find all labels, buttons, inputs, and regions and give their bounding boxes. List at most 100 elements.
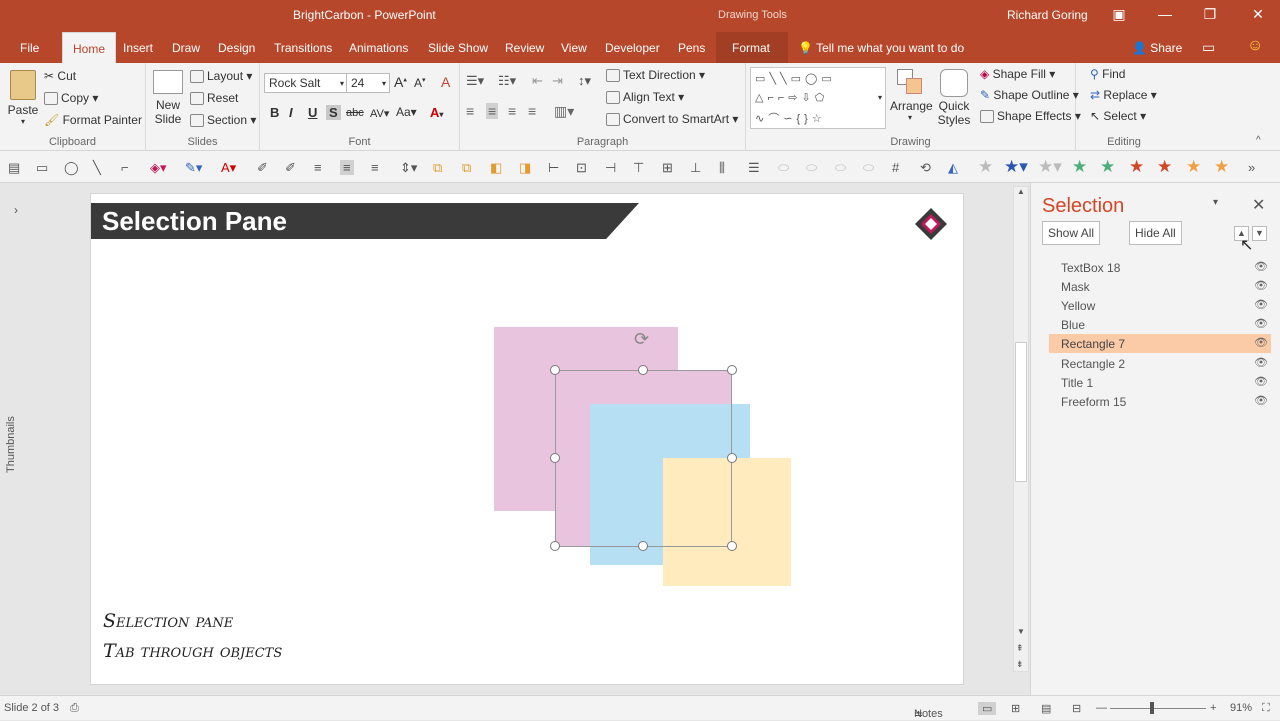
selection-item[interactable]: Mask 👁 <box>1049 277 1271 296</box>
star-gray-icon[interactable]: ★▾ <box>1038 157 1062 177</box>
star-orange-2-icon[interactable]: ★ <box>1214 157 1229 177</box>
scroll-up-icon[interactable]: ▲ <box>1017 187 1025 196</box>
close-window-icon[interactable]: ✕ <box>1248 6 1268 23</box>
bold-icon[interactable]: B <box>270 105 279 120</box>
selection-item[interactable]: Yellow 👁 <box>1049 296 1271 315</box>
note-line-2[interactable]: Tab through objects <box>103 640 282 662</box>
tab-file[interactable]: File <box>20 41 39 55</box>
distribute-icon[interactable]: ⊣ <box>605 160 616 176</box>
arrange-button[interactable]: Arrange ▾ <box>890 67 933 122</box>
eye-icon[interactable]: 👁 <box>1254 336 1268 349</box>
outline-eyedropper-icon[interactable]: ✐ <box>285 160 296 176</box>
merge-union-icon[interactable]: ⬭ <box>778 160 789 176</box>
star-orange-icon[interactable]: ★ <box>1186 157 1201 177</box>
format-painter-button[interactable]: 🖌 Format Painter <box>44 113 142 127</box>
merge-combine-icon[interactable]: ⬭ <box>806 160 817 176</box>
increase-indent-icon[interactable]: ⇥ <box>552 73 563 89</box>
align-right-icon[interactable]: ≡ <box>508 103 516 119</box>
rectangle-tool-icon[interactable]: ▭ <box>36 160 48 176</box>
close-pane-icon[interactable]: ✕ <box>1252 195 1265 215</box>
font-family-combo[interactable]: Rock Salt ▾ <box>264 73 348 93</box>
tab-draw[interactable]: Draw <box>172 41 200 55</box>
convert-smartart-button[interactable]: Convert to SmartArt ▾ <box>606 112 738 127</box>
new-slide-button[interactable]: New Slide <box>150 68 186 126</box>
zoom-out-icon[interactable]: — <box>1096 702 1107 714</box>
reading-view-icon[interactable]: ▤ <box>1041 702 1051 715</box>
group-objects-icon[interactable]: ⊡ <box>576 160 587 176</box>
hide-all-button[interactable]: Hide All <box>1129 221 1182 245</box>
resize-handle-ne[interactable] <box>727 365 737 375</box>
tab-format[interactable]: Format <box>732 41 770 55</box>
layout-button[interactable]: Layout ▾ <box>190 69 252 84</box>
reset-button[interactable]: Reset <box>190 91 238 106</box>
align-bottom-icon[interactable]: ⊥ <box>690 160 701 176</box>
star-red-2-icon[interactable]: ★ <box>1157 157 1172 177</box>
selection-item-selected[interactable]: Rectangle 7 👁 <box>1049 334 1271 353</box>
fit-to-window-icon[interactable]: ⛶ <box>1262 702 1270 715</box>
strikethrough-icon[interactable]: abc <box>346 107 364 119</box>
slide[interactable]: Selection Pane ⟳ Selection pane Tab thro… <box>90 193 964 685</box>
tab-animations[interactable]: Animations <box>349 41 408 55</box>
align-center-icon[interactable]: ≡ <box>486 103 499 119</box>
slide-sorter-icon[interactable]: ⊞ <box>1011 702 1020 715</box>
text-shadow-icon[interactable]: S <box>326 105 341 120</box>
eye-icon[interactable]: 👁 <box>1254 394 1268 407</box>
decrease-indent-icon[interactable]: ⇤ <box>532 73 543 89</box>
resize-handle-e[interactable] <box>727 453 737 463</box>
change-case-icon[interactable]: Aa▾ <box>396 105 417 119</box>
star-icon[interactable]: ★ <box>978 157 993 177</box>
align-text-button[interactable]: Align Text ▾ <box>606 90 684 105</box>
tab-design[interactable]: Design <box>218 41 255 55</box>
resize-handle-n[interactable] <box>638 365 648 375</box>
tab-insert[interactable]: Insert <box>123 41 153 55</box>
oval-tool-icon[interactable]: ◯ <box>64 160 79 176</box>
eye-icon[interactable]: 👁 <box>1254 317 1268 330</box>
smiley-icon[interactable]: ☺ <box>1247 37 1263 55</box>
distribute-horizontal-icon[interactable]: ⫼ <box>719 160 725 176</box>
send-backward-icon[interactable]: ⧉ <box>462 160 471 176</box>
quick-styles-button[interactable]: Quick Styles <box>934 67 974 127</box>
tab-transitions[interactable]: Transitions <box>274 41 332 55</box>
tab-developer[interactable]: Developer <box>605 41 660 55</box>
font-color-icon[interactable]: A▾ <box>430 105 443 120</box>
restore-icon[interactable]: ❐ <box>1200 6 1220 23</box>
bring-forward-icon[interactable]: ⧉ <box>433 160 442 176</box>
gallery-more-icon[interactable]: ▾ <box>878 93 882 102</box>
slide-counter[interactable]: Slide 2 of 3 <box>4 702 59 714</box>
star-green-icon[interactable]: ★ <box>1072 157 1087 177</box>
slide-title[interactable]: Selection Pane <box>102 206 287 237</box>
numbering-icon[interactable]: ☷▾ <box>498 73 516 89</box>
zoom-level[interactable]: 91% <box>1230 702 1252 714</box>
scrollbar-thumb[interactable] <box>1015 342 1027 482</box>
connector-tool-icon[interactable]: ⌐ <box>121 160 129 175</box>
share-button[interactable]: 👤 Share <box>1132 41 1182 55</box>
rotate-handle-icon[interactable]: ⟳ <box>634 329 649 350</box>
resize-handle-se[interactable] <box>727 541 737 551</box>
zoom-slider[interactable] <box>1110 708 1206 709</box>
eye-icon[interactable]: 👁 <box>1254 260 1268 273</box>
send-backward-arrow-icon[interactable]: ▼ <box>1252 226 1267 241</box>
clear-formatting-icon[interactable]: A <box>441 74 450 90</box>
merge-intersect-icon[interactable]: ⬭ <box>863 160 874 176</box>
find-button[interactable]: ⚲ Find <box>1090 67 1125 81</box>
resize-handle-w[interactable] <box>550 453 560 463</box>
align-center-tool-icon[interactable]: ≡ <box>340 160 354 175</box>
fill-color-icon[interactable]: ◈▾ <box>150 160 167 176</box>
slide-scrollbar[interactable]: ▲ ▼ ⇞ ⇟ <box>1013 186 1029 672</box>
rotate-icon[interactable]: ⟲ <box>920 160 931 176</box>
selection-item[interactable]: Blue 👁 <box>1049 315 1271 334</box>
eyedropper-icon[interactable]: ✐ <box>257 160 268 176</box>
selection-item[interactable]: Rectangle 2 👁 <box>1049 354 1271 373</box>
tab-slide-show[interactable]: Slide Show <box>428 41 488 55</box>
align-left-icon[interactable]: ≡ <box>466 103 474 119</box>
send-to-back-icon[interactable]: ◨ <box>519 160 531 176</box>
merge-fragment-icon[interactable]: ⬭ <box>835 160 846 176</box>
columns-icon[interactable]: ▥▾ <box>554 103 574 120</box>
grow-font-icon[interactable]: A▴ <box>394 74 407 90</box>
resize-handle-nw[interactable] <box>550 365 560 375</box>
bring-to-front-icon[interactable]: ◧ <box>490 160 502 176</box>
collapse-ribbon-icon[interactable]: ^ <box>1256 135 1261 146</box>
tab-view[interactable]: View <box>561 41 587 55</box>
align-middle-icon[interactable]: ⊞ <box>662 160 673 176</box>
thumbnails-label[interactable]: Thumbnails <box>5 416 17 473</box>
